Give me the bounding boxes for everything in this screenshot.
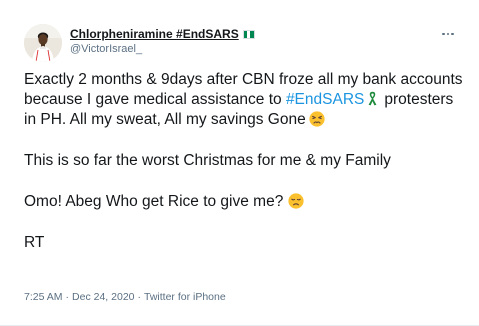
meta-separator: ·	[65, 291, 70, 303]
persevering-face-emoji	[309, 111, 325, 127]
more-dot	[442, 32, 445, 36]
tweet-text-part: Omo! Abeg Who get Rice to give me?	[24, 193, 284, 210]
avatar[interactable]	[24, 24, 62, 62]
meta-separator: ·	[137, 291, 142, 303]
tweet-paragraph-1: Exactly 2 months & 9days after CBN froze…	[24, 70, 464, 130]
nigeria-flag-icon	[242, 29, 255, 39]
author-row: Chlorpheniramine #EndSARS	[70, 26, 439, 42]
tweet-paragraph-3: Omo! Abeg Who get Rice to give me?	[24, 192, 464, 212]
tweet-header: Chlorpheniramine #EndSARS @VictorIsrael_	[70, 26, 439, 55]
hashtag-link[interactable]: #EndSARS	[286, 91, 364, 108]
disappointed-face-emoji	[288, 193, 304, 209]
green-ribbon-icon	[368, 91, 377, 106]
profile-photo-icon	[24, 24, 62, 62]
tweet-source[interactable]: Twitter for iPhone	[144, 291, 226, 303]
tweet-metadata: 7:25 AM · Dec 24, 2020 · Twitter for iPhone	[24, 291, 226, 303]
author-handle[interactable]: @VictorIsrael_	[70, 43, 439, 55]
more-options-icon[interactable]	[439, 28, 457, 40]
author-display-name[interactable]: Chlorpheniramine #EndSARS	[70, 27, 239, 41]
tweet-text: Exactly 2 months & 9days after CBN froze…	[24, 70, 464, 253]
tweet-paragraph-2: This is so far the worst Christmas for m…	[24, 152, 391, 169]
more-dot	[446, 32, 450, 36]
tweet-time[interactable]: 7:25 AM	[24, 291, 63, 303]
tweet-card[interactable]: Chlorpheniramine #EndSARS @VictorIsrael_…	[0, 0, 479, 326]
flag-stripe-right	[250, 30, 254, 38]
more-dot	[451, 32, 454, 36]
tweet-date[interactable]: Dec 24, 2020	[72, 291, 134, 303]
tweet-paragraph-4: RT	[24, 234, 45, 251]
